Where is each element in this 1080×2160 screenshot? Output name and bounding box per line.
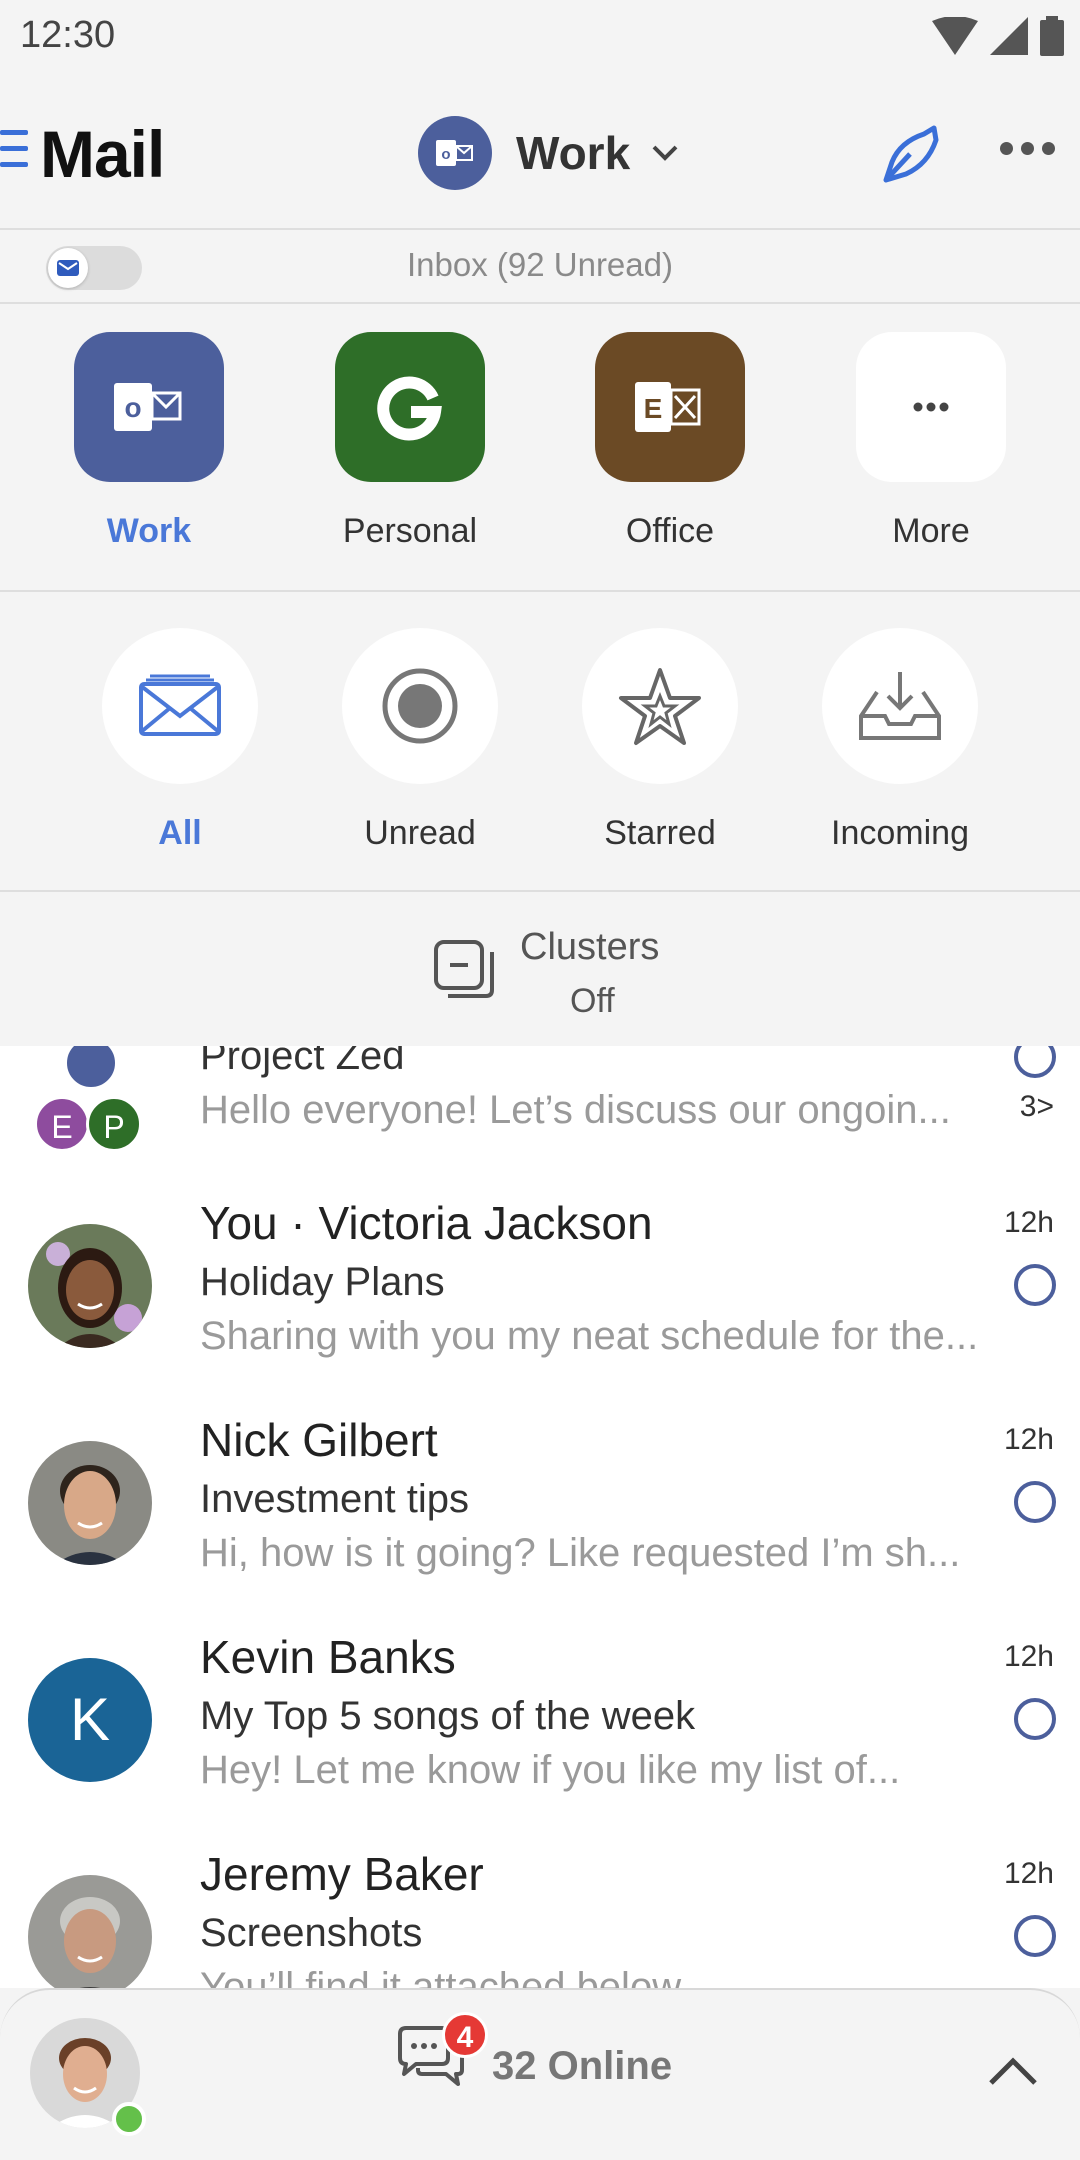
unread-toggle-icon[interactable]: [1014, 1481, 1056, 1523]
chat-badge: 4: [442, 2012, 488, 2058]
mail-sender: You · Victoria Jackson: [200, 1197, 653, 1249]
inbox-download-icon: [822, 628, 978, 784]
filter-label-unread: Unread: [364, 814, 476, 852]
avatar-e: E: [34, 1096, 90, 1152]
status-icons: [932, 16, 1064, 56]
status-time: 12:30: [20, 14, 116, 56]
clusters-toggle[interactable]: Clusters Off: [0, 892, 1080, 1046]
group-avatar: E P: [34, 1046, 154, 1166]
avatar-letter: E: [51, 1109, 73, 1145]
account-personal[interactable]: Personal: [335, 332, 485, 551]
chat-bottom-bar[interactable]: 4 32 Online: [0, 1988, 1080, 2160]
mail-preview: Sharing with you my neat schedule for th…: [200, 1314, 979, 1358]
app-title: Mail: [40, 117, 165, 191]
envelope-icon: [102, 628, 258, 784]
mail-time: 12h: [1003, 1857, 1054, 1890]
unread-toggle-icon[interactable]: [1014, 1698, 1056, 1740]
outlook-icon: o: [418, 116, 492, 190]
mail-preview: Hey! Let me know if you like my list of.…: [200, 1748, 901, 1792]
mail-item[interactable]: Nick Gilbert 12h Investment tips Hi, how…: [0, 1405, 1080, 1623]
filter-label-all: All: [158, 814, 202, 852]
avatar: [28, 1224, 152, 1348]
avatar: [28, 1875, 152, 1988]
clusters-icon: [434, 940, 494, 998]
filter-incoming[interactable]: Incoming: [820, 628, 980, 853]
inbox-unread-label: Inbox (92 Unread): [407, 246, 673, 283]
mail-sender: Nick Gilbert: [200, 1414, 438, 1466]
account-office[interactable]: E Office: [595, 332, 745, 551]
avatar-partial: [64, 1046, 118, 1090]
unread-toggle-icon[interactable]: [1014, 1264, 1056, 1306]
filter-unread[interactable]: Unread: [340, 628, 500, 853]
avatar-letter: P: [103, 1109, 125, 1145]
thread-count: 3>: [1019, 1090, 1054, 1123]
clusters-status: Off: [570, 982, 615, 1020]
outlook-icon: o: [74, 332, 224, 482]
mail-subject: Holiday Plans: [200, 1260, 445, 1304]
radio-dot-icon: [342, 628, 498, 784]
star-icon: [582, 628, 738, 784]
clusters-title: Clusters: [520, 926, 660, 968]
more-icon: [856, 332, 1006, 482]
mail-sender: Jeremy Baker: [200, 1848, 484, 1900]
filter-all[interactable]: All: [100, 628, 260, 853]
online-status-dot: [112, 2102, 146, 2136]
account-label-personal: Personal: [342, 512, 478, 550]
wifi-icon: [932, 17, 978, 55]
avatar: K: [28, 1658, 152, 1782]
google-icon: [335, 332, 485, 482]
battery-icon: [1040, 16, 1064, 56]
account-more[interactable]: More: [856, 332, 1006, 551]
compose-button[interactable]: [876, 120, 946, 190]
compose-pen-icon: [883, 125, 939, 183]
mail-sender: Kevin Banks: [200, 1631, 456, 1683]
signal-icon: [990, 17, 1028, 55]
filters-row: All Unread Starred Incoming: [0, 592, 1080, 892]
mail-subject: My Top 5 songs of the week: [200, 1694, 696, 1738]
inbox-bar: Inbox (92 Unread): [0, 230, 1080, 304]
unread-toggle-icon[interactable]: [1014, 1915, 1056, 1957]
avatar-p: P: [86, 1096, 142, 1152]
chevron-up-icon[interactable]: [988, 2056, 1038, 2086]
status-bar: 12:30: [0, 0, 1080, 80]
svg-text:o: o: [441, 146, 450, 163]
online-count: 32 Online: [492, 2044, 673, 2088]
exchange-icon: E: [595, 332, 745, 482]
mail-item[interactable]: Jeremy Baker 12h Screenshots You’ll find…: [0, 1839, 1080, 1988]
account-switcher[interactable]: o Work: [418, 116, 678, 190]
mail-subject: Investment tips: [200, 1477, 470, 1521]
mail-preview: Hello everyone! Let’s discuss our ongoin…: [200, 1088, 951, 1132]
mail-time: 12h: [1003, 1640, 1054, 1673]
mail-subject: Project Zed: [200, 1046, 405, 1078]
mail-preview: You’ll find it attached below: [200, 1965, 682, 1988]
more-options-icon[interactable]: [1000, 142, 1055, 155]
accounts-row: o Work Personal E Office More: [0, 304, 1080, 592]
mail-subject: Screenshots: [200, 1911, 423, 1955]
mail-item[interactable]: K Kevin Banks 12h My Top 5 songs of the …: [0, 1622, 1080, 1840]
svg-text:o: o: [124, 392, 141, 423]
account-label-work: Work: [106, 512, 192, 550]
account-label-more: More: [892, 512, 970, 550]
chevron-down-icon: [652, 145, 678, 161]
mail-preview: Hi, how is it going? Like requested I’m …: [200, 1531, 961, 1575]
app-header: Mail o Work: [0, 80, 1080, 230]
mail-list[interactable]: E P Project Zed Hello everyone! Let’s di…: [0, 1046, 1080, 1988]
avatar-initial: K: [69, 1686, 111, 1753]
filter-label-starred: Starred: [604, 814, 716, 852]
mail-time: 12h: [1003, 1206, 1054, 1239]
filter-starred[interactable]: Starred: [580, 628, 740, 853]
unread-toggle-icon[interactable]: [1014, 1046, 1056, 1078]
mail-time: 12h: [1003, 1423, 1054, 1456]
account-label-office: Office: [625, 512, 715, 550]
filter-label-incoming: Incoming: [831, 814, 969, 852]
menu-icon[interactable]: [0, 130, 30, 174]
avatar: [28, 1441, 152, 1565]
account-name: Work: [516, 127, 631, 179]
svg-text:E: E: [644, 393, 663, 424]
mail-item[interactable]: You · Victoria Jackson 12h Holiday Plans…: [0, 1188, 1080, 1406]
account-work[interactable]: o Work: [74, 332, 224, 551]
